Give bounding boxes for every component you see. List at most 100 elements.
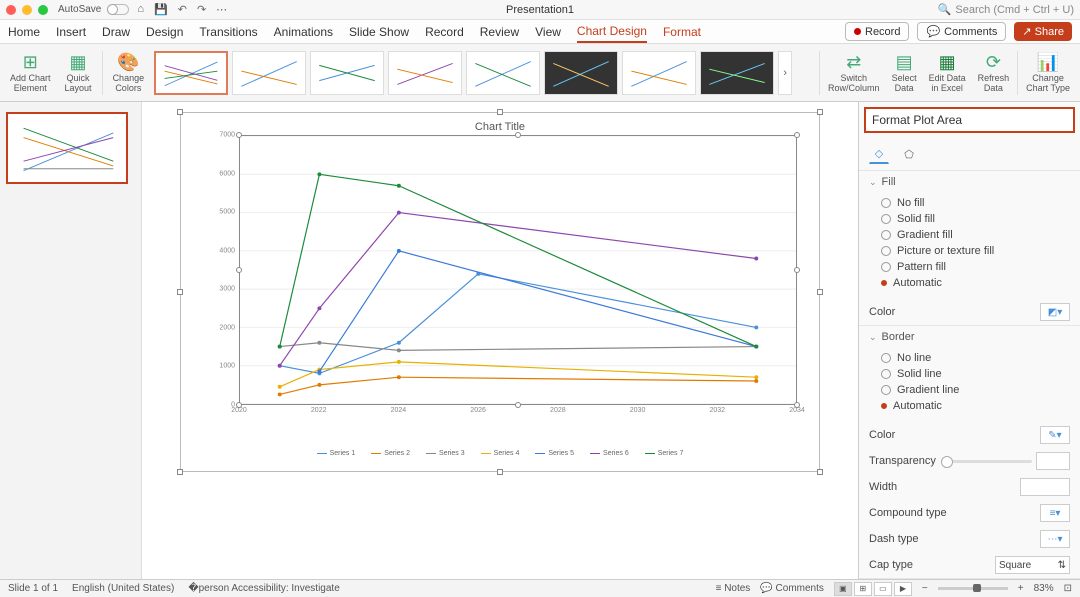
- zoom-in[interactable]: +: [1018, 583, 1024, 594]
- zoom-out[interactable]: −: [922, 583, 928, 594]
- fill-header[interactable]: Fill: [859, 171, 1080, 193]
- slide-count[interactable]: Slide 1 of 1: [8, 583, 58, 594]
- tab-animations[interactable]: Animations: [274, 22, 333, 42]
- chart-object[interactable]: Chart Title 0100020003000400050006000700…: [180, 112, 820, 472]
- more-icon[interactable]: ⋯: [216, 3, 227, 16]
- resize-handle[interactable]: [817, 469, 823, 475]
- add-chart-element[interactable]: ⊞Add Chart Element: [4, 52, 57, 93]
- undo-icon[interactable]: ↶: [178, 3, 187, 16]
- tab-record[interactable]: Record: [425, 22, 464, 42]
- plot-area[interactable]: [239, 135, 797, 405]
- change-chart-type[interactable]: 📊Change Chart Type: [1020, 51, 1076, 95]
- fill-color-picker[interactable]: ◩▾: [1040, 303, 1070, 321]
- fill-pattern[interactable]: Pattern fill: [881, 259, 1070, 275]
- edit-data-excel[interactable]: ▦Edit Data in Excel: [923, 51, 972, 95]
- slide-canvas[interactable]: Chart Title 0100020003000400050006000700…: [142, 102, 858, 579]
- legend[interactable]: Series 1Series 2Series 3Series 4Series 5…: [181, 450, 819, 457]
- resize-handle[interactable]: [177, 109, 183, 115]
- fill-picture[interactable]: Picture or texture fill: [881, 243, 1070, 259]
- tab-design[interactable]: Design: [146, 22, 183, 42]
- search-field[interactable]: 🔍 Search (Cmd + Ctrl + U): [938, 3, 1074, 16]
- quick-layout[interactable]: ▦Quick Layout: [59, 52, 98, 93]
- fill-automatic[interactable]: Automatic: [881, 275, 1070, 291]
- accessibility[interactable]: �person Accessibility: Investigate: [188, 583, 339, 594]
- refresh-data[interactable]: ⟳Refresh Data: [972, 51, 1016, 95]
- zoom-slider[interactable]: [938, 587, 1008, 590]
- slide-thumbnail-1[interactable]: 1: [6, 112, 128, 184]
- change-colors[interactable]: 🎨Change Colors: [107, 52, 151, 93]
- plot-box: 01000200030004000500060007000 2020202220…: [211, 135, 805, 421]
- resize-handle[interactable]: [497, 469, 503, 475]
- plot-handle[interactable]: [515, 132, 521, 138]
- autosave-toggle[interactable]: AutoSave: [58, 4, 129, 15]
- redo-icon[interactable]: ↷: [197, 3, 206, 16]
- tab-chartdesign[interactable]: Chart Design: [577, 21, 647, 43]
- share-button[interactable]: ↗ Share: [1014, 22, 1072, 41]
- gallery-next[interactable]: ›: [778, 51, 792, 95]
- fill-gradient[interactable]: Gradient fill: [881, 227, 1070, 243]
- tab-view[interactable]: View: [535, 22, 561, 42]
- transparency-slider[interactable]: [942, 460, 1032, 463]
- chart-title[interactable]: Chart Title: [181, 113, 819, 133]
- maximize-window[interactable]: [38, 5, 48, 15]
- compound-picker[interactable]: ≡▾: [1040, 504, 1070, 522]
- slideshow-view[interactable]: ▶: [894, 582, 912, 596]
- resize-handle[interactable]: [177, 469, 183, 475]
- tab-home[interactable]: Home: [8, 22, 40, 42]
- cap-select[interactable]: Square⇅: [995, 556, 1070, 574]
- tab-draw[interactable]: Draw: [102, 22, 130, 42]
- tab-format[interactable]: Format: [663, 22, 701, 42]
- zoom-percent[interactable]: 83%: [1034, 583, 1054, 594]
- border-color-picker[interactable]: ✎▾: [1040, 426, 1070, 444]
- fit-window[interactable]: ⊡: [1064, 583, 1072, 594]
- chart-style-3[interactable]: [310, 51, 384, 95]
- close-window[interactable]: [6, 5, 16, 15]
- plot-handle[interactable]: [794, 267, 800, 273]
- tab-review[interactable]: Review: [480, 22, 519, 42]
- x-axis[interactable]: 20202022202420262028203020322034: [239, 407, 797, 421]
- notes-toggle[interactable]: ≡ Notes: [716, 583, 751, 594]
- minimize-window[interactable]: [22, 5, 32, 15]
- fill-line-tab[interactable]: ◇: [869, 144, 889, 164]
- border-gradient[interactable]: Gradient line: [881, 382, 1070, 398]
- chart-style-5[interactable]: [466, 51, 540, 95]
- normal-view[interactable]: ▣: [834, 582, 852, 596]
- resize-handle[interactable]: [177, 289, 183, 295]
- chart-style-2[interactable]: [232, 51, 306, 95]
- plot-handle[interactable]: [236, 132, 242, 138]
- chart-style-1[interactable]: [154, 51, 228, 95]
- chart-style-8[interactable]: [700, 51, 774, 95]
- width-input[interactable]: [1020, 478, 1070, 496]
- border-automatic[interactable]: Automatic: [881, 398, 1070, 414]
- resize-handle[interactable]: [817, 109, 823, 115]
- effects-tab[interactable]: ⬠: [899, 144, 919, 164]
- tab-slideshow[interactable]: Slide Show: [349, 22, 409, 42]
- switch-row-column[interactable]: ⇄Switch Row/Column: [822, 51, 886, 95]
- sorter-view[interactable]: ⊞: [854, 582, 872, 596]
- plot-handle[interactable]: [236, 267, 242, 273]
- chart-style-4[interactable]: [388, 51, 462, 95]
- save-icon[interactable]: 💾: [154, 3, 168, 16]
- y-axis[interactable]: 01000200030004000500060007000: [211, 135, 237, 405]
- record-button[interactable]: Record: [845, 22, 909, 41]
- chart-style-6[interactable]: [544, 51, 618, 95]
- home-icon[interactable]: ⌂: [137, 3, 144, 16]
- fill-solid[interactable]: Solid fill: [881, 211, 1070, 227]
- reading-view[interactable]: ▭: [874, 582, 892, 596]
- tab-transitions[interactable]: Transitions: [199, 22, 257, 42]
- transparency-input[interactable]: [1036, 452, 1070, 470]
- chart-style-7[interactable]: [622, 51, 696, 95]
- select-data[interactable]: ▤Select Data: [886, 51, 923, 95]
- tab-insert[interactable]: Insert: [56, 22, 86, 42]
- language[interactable]: English (United States): [72, 583, 174, 594]
- plot-handle[interactable]: [794, 132, 800, 138]
- dash-picker[interactable]: ⋯▾: [1040, 530, 1070, 548]
- border-solid[interactable]: Solid line: [881, 366, 1070, 382]
- border-header[interactable]: Border: [859, 326, 1080, 348]
- comments-toggle[interactable]: 💬 Comments: [760, 583, 824, 594]
- resize-handle[interactable]: [817, 289, 823, 295]
- comments-button[interactable]: 💬Comments: [917, 22, 1006, 41]
- resize-handle[interactable]: [497, 109, 503, 115]
- fill-no[interactable]: No fill: [881, 195, 1070, 211]
- border-no[interactable]: No line: [881, 350, 1070, 366]
